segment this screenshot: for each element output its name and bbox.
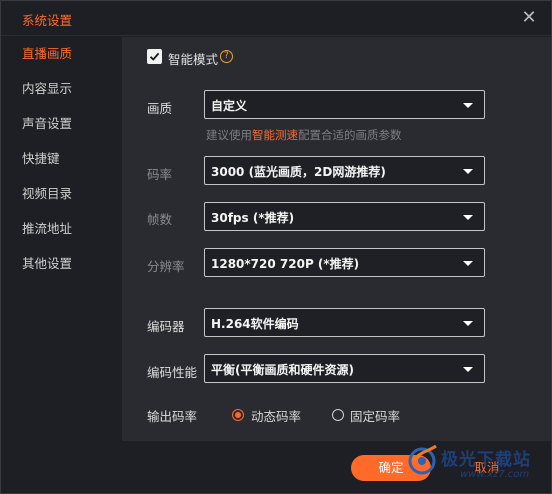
chevron-down-icon [463, 215, 473, 220]
resolution-select[interactable]: 1280*720 720P (*推荐) [204, 248, 485, 277]
chevron-down-icon [463, 321, 473, 326]
bitrate-select[interactable]: 3000 (蓝光画质，2D网游推荐) [204, 156, 485, 185]
encoder-value: H.264软件编码 [211, 317, 299, 331]
sidebar-item-other-settings[interactable]: 其他设置 [1, 247, 122, 281]
watermark-logo-icon [408, 444, 437, 475]
fixed-bitrate-radio[interactable] [332, 409, 344, 421]
sidebar-item-stream-address[interactable]: 推流地址 [1, 212, 122, 246]
resolution-value: 1280*720 720P (*推荐) [211, 257, 360, 271]
close-icon[interactable]: ✕ [519, 8, 539, 28]
output-bitrate-label: 输出码率 [147, 409, 198, 424]
quality-value: 自定义 [211, 99, 248, 113]
checkmark-icon [149, 52, 160, 61]
sidebar-item-shortcuts[interactable]: 快捷键 [1, 142, 122, 176]
dynamic-bitrate-radio[interactable] [232, 409, 244, 421]
speed-test-hint: 建议使用智能测速配置合适的画质参数 [206, 127, 402, 143]
hint-prefix: 建议使用 [206, 128, 252, 142]
bitrate-label: 码率 [147, 167, 173, 182]
chevron-down-icon [463, 169, 473, 174]
chevron-down-icon [463, 261, 473, 266]
dynamic-bitrate-label[interactable]: 动态码率 [251, 406, 301, 425]
sidebar: 直播画质 内容显示 声音设置 快捷键 视频目录 推流地址 其他设置 [1, 37, 122, 441]
bitrate-value: 3000 (蓝光画质，2D网游推荐) [211, 165, 386, 179]
smart-mode-label: 智能模式 [168, 52, 219, 67]
encoder-select[interactable]: H.264软件编码 [204, 308, 485, 337]
help-icon[interactable]: ? [220, 50, 233, 63]
quality-select[interactable]: 自定义 [204, 90, 485, 119]
title-bar: 系统设置 ✕ [1, 1, 551, 36]
quality-label: 画质 [147, 101, 173, 116]
sidebar-item-live-quality[interactable]: 直播画质 [1, 37, 122, 71]
speed-test-link[interactable]: 智能测速 [252, 128, 298, 142]
fixed-bitrate-label[interactable]: 固定码率 [350, 406, 400, 425]
settings-window: 系统设置 ✕ 直播画质 内容显示 声音设置 快捷键 视频目录 推流地址 其他设置… [0, 0, 552, 494]
chevron-down-icon [463, 367, 473, 372]
watermark-text: 极光下载站 [441, 450, 531, 470]
smart-mode-checkbox[interactable] [147, 49, 162, 64]
chevron-down-icon [463, 103, 473, 108]
resolution-label: 分辨率 [147, 259, 185, 274]
encoder-performance-label: 编码性能 [147, 365, 198, 380]
hint-suffix: 配置合适的画质参数 [298, 128, 402, 142]
encoder-performance-value: 平衡(平衡画质和硬件资源) [211, 363, 354, 377]
sidebar-item-content-display[interactable]: 内容显示 [1, 72, 122, 106]
watermark-url: www.xz7.com [460, 469, 530, 480]
window-title: 系统设置 [22, 13, 73, 28]
framerate-label: 帧数 [147, 212, 173, 227]
encoder-performance-select[interactable]: 平衡(平衡画质和硬件资源) [204, 354, 485, 383]
sidebar-item-video-directory[interactable]: 视频目录 [1, 177, 122, 211]
framerate-value: 30fps (*推荐) [211, 211, 295, 225]
encoder-label: 编码器 [147, 319, 185, 334]
sidebar-item-sound-settings[interactable]: 声音设置 [1, 107, 122, 141]
framerate-select[interactable]: 30fps (*推荐) [204, 202, 485, 231]
